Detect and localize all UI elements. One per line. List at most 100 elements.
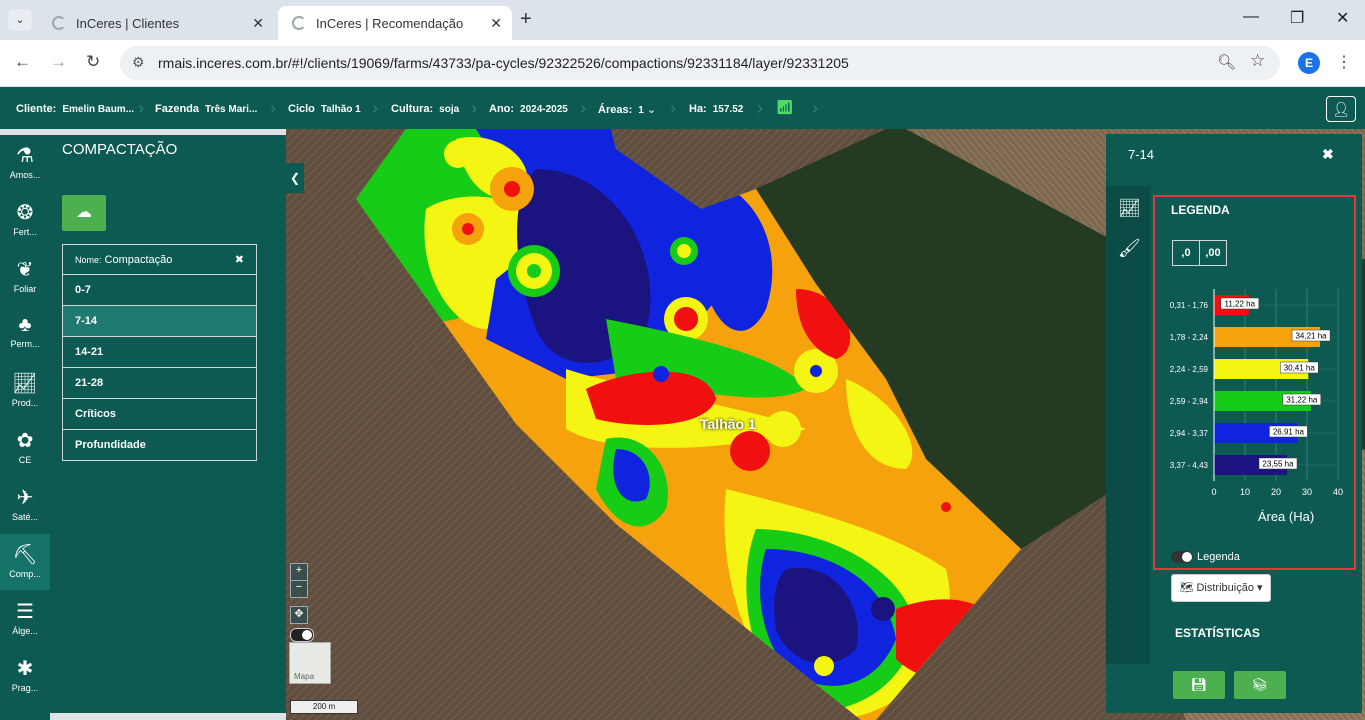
- site-info-icon[interactable]: ⚙: [132, 54, 145, 71]
- tab-search-button[interactable]: ⌄: [8, 9, 32, 31]
- productivity-icon: 📈︎: [12, 373, 38, 395]
- cultura-value: soja: [439, 104, 460, 115]
- layer-title: 7-14: [1128, 147, 1155, 162]
- rail-item-label: Saté...: [11, 512, 38, 522]
- zoom-icon[interactable]: 🔍︎: [1217, 53, 1236, 71]
- rail-item-layers[interactable]: ☰ Álge...: [0, 591, 50, 647]
- user-menu-button[interactable]: 👤︎: [1326, 96, 1356, 122]
- new-tab-button[interactable]: +: [520, 8, 532, 31]
- category-label: 1,78 - 2,24: [1170, 333, 1209, 342]
- data-label: 34,21 ha: [1295, 332, 1327, 341]
- areas-dropdown[interactable]: Áreas: 1 ⌄: [598, 103, 656, 116]
- breadcrumb-ciclo[interactable]: Ciclo Talhão 1: [288, 103, 361, 115]
- fazenda-value: Três Mari...: [205, 104, 258, 115]
- minimize-icon[interactable]: —: [1243, 8, 1259, 26]
- layer-item[interactable]: 21-28: [62, 368, 257, 399]
- basemap-label: Mapa: [294, 672, 315, 681]
- rail-item-label: Prod...: [11, 398, 39, 408]
- layer-item[interactable]: 7-14: [62, 306, 257, 337]
- name-value: Compactação: [104, 253, 173, 266]
- collapse-panel-button[interactable]: ❮: [286, 163, 304, 193]
- data-label: 26,91 ha: [1273, 428, 1305, 437]
- area-bar-chart: 0 10 20 30 40 0,31 - 1,76 11,22 ha 1,78 - 2,24 3…: [1170, 289, 1343, 524]
- rail-item-label: Foliar: [13, 284, 37, 294]
- layer-item[interactable]: 0-7: [62, 275, 257, 306]
- legend-toggle[interactable]: Legenda: [1171, 551, 1240, 564]
- breadcrumb-fazenda[interactable]: Fazenda Três Mari...: [155, 103, 257, 115]
- chevron-down-icon: ⌄: [646, 104, 657, 116]
- data-label: 11,22 ha: [1225, 300, 1256, 309]
- increase-decimals-button[interactable]: ,00: [1199, 240, 1227, 266]
- reload-icon[interactable]: ↻: [86, 52, 100, 72]
- cliente-value: Emelin Baum...: [62, 104, 135, 115]
- category-label: 3,37 - 4,43: [1170, 461, 1209, 470]
- close-window-icon[interactable]: ✕: [1336, 8, 1349, 28]
- rail-item-satellite[interactable]: ✈ Saté...: [0, 477, 50, 533]
- permanent-crop-icon: ♣: [18, 314, 32, 336]
- rail-item-label: CE: [18, 455, 32, 465]
- paint-roller-icon[interactable]: 🖌︎: [1118, 238, 1141, 259]
- layer-list: Nome: Compactação ✖ 0-7 7-14 14-21 21-28 Crí…: [62, 244, 257, 461]
- basemap-thumbnail[interactable]: Mapa: [289, 642, 331, 684]
- rail-item-compaction[interactable]: ⛏ Comp...: [0, 534, 50, 590]
- rail-item-plant[interactable]: ✿ CE: [0, 420, 50, 476]
- breadcrumb-ano[interactable]: Ano: 2024-2025: [489, 103, 568, 115]
- zoom-out-button[interactable]: −: [290, 580, 308, 598]
- breadcrumb-cultura[interactable]: Cultura: soja: [391, 103, 459, 115]
- close-panel-icon[interactable]: ✖: [1322, 146, 1334, 163]
- url-text[interactable]: rmais.inceres.com.br/#!/clients/19069/fa…: [158, 55, 849, 71]
- category-label: 2,94 - 3,37: [1170, 429, 1209, 438]
- breadcrumb-separator: ›: [270, 98, 276, 118]
- rail-item-leaf[interactable]: ❦ Foliar: [0, 249, 50, 305]
- library-button[interactable]: 📚︎: [1234, 671, 1286, 699]
- rail-item-sample[interactable]: ⚗ Amos...: [0, 135, 50, 191]
- x-tick-label: 30: [1302, 487, 1312, 497]
- fazenda-label: Fazenda: [155, 103, 200, 115]
- pan-icon[interactable]: ✥: [290, 606, 308, 624]
- rail-item-bug[interactable]: ✱ Prag...: [0, 648, 50, 704]
- back-icon[interactable]: ←: [14, 52, 31, 72]
- layer-name-header: Nome: Compactação ✖: [62, 244, 257, 275]
- bookmark-star-icon[interactable]: ☆: [1250, 51, 1265, 71]
- breadcrumb-separator: ›: [580, 98, 586, 118]
- profile-avatar[interactable]: E: [1298, 52, 1320, 74]
- category-label: 2,24 - 2,59: [1170, 365, 1209, 374]
- layer-item[interactable]: 14-21: [62, 337, 257, 368]
- close-tab-icon[interactable]: ✕: [252, 15, 264, 32]
- wifi-icon: 📶︎: [776, 99, 794, 115]
- restore-icon[interactable]: ❐: [1290, 8, 1304, 28]
- cultura-label: Cultura:: [391, 103, 434, 115]
- legend-title: LEGENDA: [1171, 203, 1230, 217]
- cloud-upload-icon: ☁: [76, 204, 92, 221]
- stats-title: ESTATÍSTICAS: [1175, 626, 1260, 640]
- ano-value: 2024-2025: [520, 104, 568, 115]
- close-icon[interactable]: ✖: [235, 253, 244, 266]
- zoom-in-button[interactable]: +: [290, 563, 308, 581]
- panel-side-tabs: 📈︎ 🖌︎: [1106, 186, 1150, 664]
- map-layer-toggle[interactable]: [290, 628, 314, 642]
- layer-item[interactable]: Críticos: [62, 399, 257, 430]
- upload-button[interactable]: ☁: [62, 195, 106, 231]
- forward-icon[interactable]: →: [50, 52, 67, 72]
- rail-item-permanent-crop[interactable]: ♣ Perm...: [0, 306, 50, 362]
- data-label: 31,22 ha: [1286, 396, 1318, 405]
- field-label: Talhão 1: [700, 416, 756, 432]
- ha-value: 157.52: [712, 104, 744, 115]
- rail-item-label: Fert...: [13, 227, 37, 237]
- decrease-decimals-button[interactable]: ,0: [1172, 240, 1200, 266]
- rail-item-fertilizer[interactable]: ❂ Fert...: [0, 192, 50, 248]
- breadcrumb-cliente[interactable]: Cliente: Emelin Baum...: [16, 103, 134, 115]
- breadcrumb-separator: ›: [372, 98, 378, 118]
- distribution-label: Distribuição: [1196, 582, 1254, 594]
- rail-item-productivity[interactable]: 📈︎ Prod...: [0, 363, 50, 419]
- save-button[interactable]: 💾︎: [1173, 671, 1225, 699]
- close-tab-icon[interactable]: ✕: [490, 15, 502, 32]
- distribution-dropdown[interactable]: 🗺︎ Distribuição ▾: [1171, 574, 1271, 602]
- tab-recomendacao[interactable]: InCeres | Recomendação ✕: [278, 6, 512, 40]
- chart-icon[interactable]: 📈︎: [1118, 198, 1141, 219]
- layer-item[interactable]: Profundidade: [62, 430, 257, 461]
- tab-clientes[interactable]: InCeres | Clientes ✕: [38, 6, 274, 40]
- toggle-switch[interactable]: [1171, 551, 1193, 564]
- browser-menu-icon[interactable]: ⋮: [1336, 52, 1352, 72]
- areas-value: 1: [638, 105, 644, 116]
